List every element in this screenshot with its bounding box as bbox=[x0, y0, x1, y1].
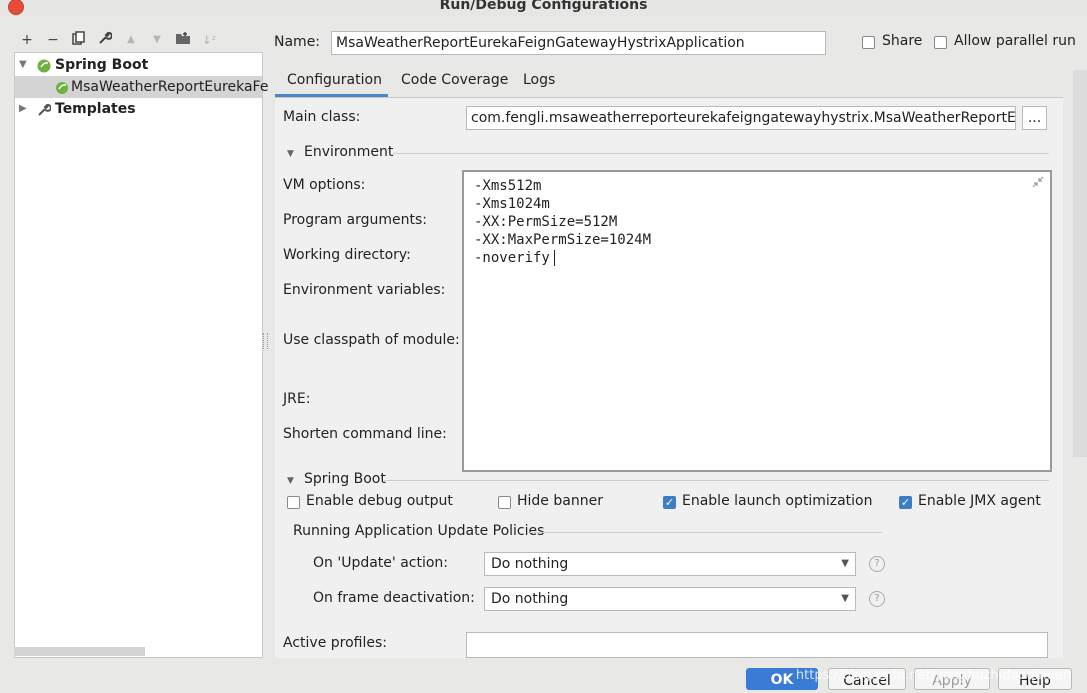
on-frame-deactivation-label: On frame deactivation: bbox=[313, 590, 475, 606]
spring-boot-icon bbox=[37, 58, 51, 73]
main-class-input[interactable]: com.fengli.msaweatherreporteurekafeignga… bbox=[466, 106, 1016, 130]
environment-variables-label: Environment variables: bbox=[283, 282, 446, 298]
allow-parallel-label: Allow parallel run bbox=[954, 33, 1076, 49]
copy-icon[interactable] bbox=[70, 31, 88, 49]
enable-launch-optimization-checkbox[interactable]: ✓ bbox=[663, 496, 676, 509]
tree-item-spring-boot[interactable]: ▼ Spring Boot bbox=[15, 54, 260, 76]
on-update-label: On 'Update' action: bbox=[313, 555, 449, 571]
tree-horizontal-scrollbar[interactable] bbox=[14, 647, 145, 656]
enable-launch-optimization-label: Enable launch optimization bbox=[682, 493, 873, 509]
help-icon[interactable]: ? bbox=[869, 556, 885, 572]
tab-configuration[interactable]: Configuration bbox=[287, 70, 382, 96]
vm-option-line: -Xms512m bbox=[474, 178, 542, 194]
spring-app-icon bbox=[55, 80, 69, 94]
window-title: Run/Debug Configurations bbox=[439, 0, 648, 13]
hide-banner-checkbox[interactable] bbox=[498, 496, 511, 509]
move-down-icon[interactable]: ▼ bbox=[148, 31, 166, 49]
text-cursor bbox=[554, 250, 555, 266]
panel-vertical-scrollbar[interactable] bbox=[1073, 70, 1087, 457]
active-profiles-label: Active profiles: bbox=[283, 635, 387, 651]
section-divider bbox=[393, 153, 1049, 154]
on-update-select[interactable]: Do nothing ▼ bbox=[484, 552, 856, 576]
working-directory-label: Working directory: bbox=[283, 247, 411, 263]
wrench-icon bbox=[37, 102, 52, 116]
shorten-command-line-label: Shorten command line: bbox=[283, 426, 447, 442]
enable-debug-output-label: Enable debug output bbox=[306, 493, 453, 509]
chevron-down-icon: ▼ bbox=[841, 558, 849, 569]
vm-option-line: -Xms1024m bbox=[474, 196, 550, 212]
environment-collapse-icon[interactable]: ▼ bbox=[287, 149, 294, 159]
splitter-handle[interactable] bbox=[263, 333, 268, 349]
collapse-editor-icon[interactable] bbox=[1032, 176, 1044, 188]
environment-section-title: Environment bbox=[304, 144, 394, 160]
wrench-icon[interactable] bbox=[96, 31, 114, 49]
tree-label-templates: Templates bbox=[55, 101, 136, 117]
vm-option-line: -XX:MaxPermSize=1024M bbox=[474, 232, 652, 248]
remove-icon[interactable]: − bbox=[44, 31, 62, 49]
help-icon[interactable]: ? bbox=[869, 591, 885, 607]
name-input[interactable]: MsaWeatherReportEurekaFeignGatewayHystri… bbox=[331, 31, 826, 55]
folder-icon[interactable] bbox=[174, 31, 192, 49]
tree-label-app: MsaWeatherReportEurekaFe bbox=[71, 79, 269, 95]
spring-boot-collapse-icon[interactable]: ▼ bbox=[287, 476, 294, 486]
jre-label: JRE: bbox=[283, 391, 311, 407]
on-update-value: Do nothing bbox=[491, 556, 569, 572]
vm-options-label: VM options: bbox=[283, 177, 366, 193]
section-divider bbox=[530, 532, 882, 533]
add-icon[interactable]: + bbox=[18, 31, 36, 49]
on-frame-deactivation-value: Do nothing bbox=[491, 591, 569, 607]
vm-option-line: -XX:PermSize=512M bbox=[474, 214, 618, 230]
hide-banner-label: Hide banner bbox=[517, 493, 603, 509]
move-up-icon[interactable]: ▲ bbox=[122, 31, 140, 49]
tab-code-coverage[interactable]: Code Coverage bbox=[401, 70, 508, 96]
vm-options-editor[interactable]: -Xms512m -Xms1024m -XX:PermSize=512M -XX… bbox=[462, 170, 1052, 472]
name-label: Name: bbox=[274, 34, 321, 50]
enable-debug-output-checkbox[interactable] bbox=[287, 496, 300, 509]
sort-icon[interactable]: ↓ᶻ bbox=[200, 31, 218, 49]
main-class-label: Main class: bbox=[283, 109, 361, 125]
share-label: Share bbox=[882, 33, 923, 49]
vm-option-line: -noverify bbox=[474, 250, 550, 266]
section-divider bbox=[384, 480, 1049, 481]
tree-item-templates[interactable]: ▶ Templates bbox=[15, 98, 260, 120]
chevron-down-icon: ▼ bbox=[841, 593, 849, 604]
tree-label-spring-boot: Spring Boot bbox=[55, 57, 149, 73]
program-arguments-label: Program arguments: bbox=[283, 212, 427, 228]
active-profiles-input[interactable] bbox=[466, 632, 1048, 658]
enable-jmx-agent-checkbox[interactable]: ✓ bbox=[899, 496, 912, 509]
classpath-module-label: Use classpath of module: bbox=[283, 332, 460, 348]
allow-parallel-checkbox[interactable] bbox=[934, 36, 947, 49]
collapse-arrow-icon[interactable]: ▶ bbox=[19, 98, 27, 120]
on-frame-deactivation-select[interactable]: Do nothing ▼ bbox=[484, 587, 856, 611]
expand-arrow-icon[interactable]: ▼ bbox=[19, 54, 27, 76]
tree-item-app[interactable]: MsaWeatherReportEurekaFe bbox=[15, 76, 268, 98]
update-policies-title: Running Application Update Policies bbox=[293, 523, 545, 539]
share-checkbox[interactable] bbox=[862, 36, 875, 49]
spring-boot-section-title: Spring Boot bbox=[304, 471, 386, 487]
tab-logs[interactable]: Logs bbox=[523, 70, 555, 96]
watermark: https://blog.csdn.net/yongbuzhidaoqihuan bbox=[795, 668, 1071, 683]
browse-button[interactable]: ... bbox=[1022, 106, 1047, 130]
configuration-tree[interactable]: ▼ Spring Boot MsaWeatherReportEurekaFe ▶… bbox=[14, 52, 268, 658]
enable-jmx-agent-label: Enable JMX agent bbox=[918, 493, 1041, 509]
